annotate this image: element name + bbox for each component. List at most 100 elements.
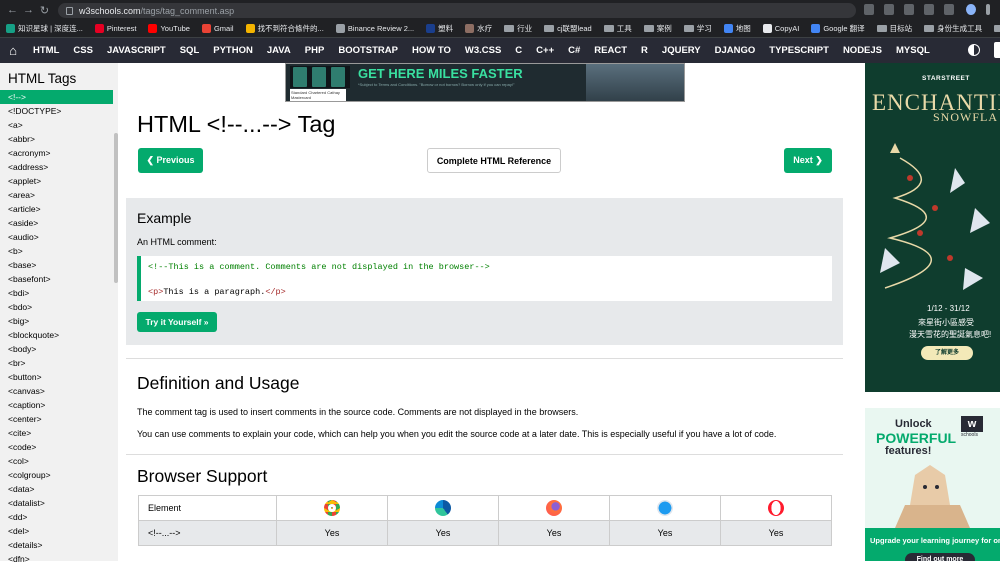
sidebar-item[interactable]: <col> [0, 454, 118, 468]
ad-date: 1/12 - 31/12 [927, 304, 970, 313]
right-ad-w3schools[interactable]: Unlock POWERFUL features! w schools Upgr… [865, 408, 1000, 561]
bookmark-item[interactable]: 知识星球 | 深度连... [6, 23, 83, 34]
theme-toggle-icon[interactable] [968, 44, 980, 56]
sidebar-item[interactable]: <br> [0, 356, 118, 370]
forward-icon[interactable]: → [22, 4, 35, 16]
nav-item[interactable]: NODEJS [836, 45, 889, 56]
sidebar-item[interactable]: <applet> [0, 174, 118, 188]
nav-item[interactable]: C# [561, 45, 587, 56]
extension-icon[interactable] [884, 4, 894, 15]
sidebar-item[interactable]: <!DOCTYPE> [0, 104, 118, 118]
sidebar-item[interactable]: <dfn> [0, 552, 118, 566]
bookmark-item[interactable]: docker [994, 24, 1000, 33]
w3schools-logo-sub: schools [961, 432, 978, 438]
address-bar[interactable]: w3schools.com/tags/tag_comment.asp [58, 3, 856, 18]
extension-icon[interactable] [864, 4, 874, 15]
bookmark-item[interactable]: 学习 [683, 23, 712, 34]
sidebar-item[interactable]: <!--> [0, 90, 118, 104]
reload-icon[interactable]: ↻ [38, 4, 51, 17]
sidebar-item[interactable]: <code> [0, 440, 118, 454]
sidebar-item[interactable]: <caption> [0, 398, 118, 412]
nav-item[interactable]: TYPESCRIPT [762, 45, 836, 56]
sidebar-item[interactable]: <acronym> [0, 146, 118, 160]
sidebar-item[interactable]: <data> [0, 482, 118, 496]
nav-item[interactable]: REACT [587, 45, 634, 56]
nav-item[interactable]: CSS [66, 45, 100, 56]
profile-avatar[interactable] [966, 4, 976, 15]
home-icon[interactable]: ⌂ [0, 43, 26, 58]
sidebar-item[interactable]: <cite> [0, 426, 118, 440]
back-icon[interactable]: ← [6, 4, 19, 16]
bookmark-item[interactable]: 目标站 [876, 23, 912, 34]
nav-item[interactable]: BOOTSTRAP [331, 45, 405, 56]
scrollbar-thumb[interactable] [114, 133, 118, 283]
bookmark-item[interactable]: 身份生成工具 [924, 23, 982, 34]
bookmark-item[interactable]: 地图 [723, 23, 751, 34]
bookmark-item[interactable]: Binance Review 2... [335, 24, 414, 33]
sidebar-item[interactable]: <del> [0, 524, 118, 538]
sidebar-item[interactable]: <details> [0, 538, 118, 552]
extension-icon[interactable] [904, 4, 914, 15]
sidebar-item[interactable]: <colgroup> [0, 468, 118, 482]
sidebar-item[interactable]: <area> [0, 188, 118, 202]
nav-item[interactable]: R [634, 45, 655, 56]
sidebar-item[interactable]: <dd> [0, 510, 118, 524]
next-button[interactable]: Next ❯ [784, 148, 832, 173]
sidebar-item[interactable]: <bdi> [0, 286, 118, 300]
nav-item[interactable]: JAVA [260, 45, 298, 56]
sidebar-item[interactable]: <center> [0, 412, 118, 426]
bookmark-item[interactable]: YouTube [148, 24, 190, 33]
sidebar-item[interactable]: <article> [0, 202, 118, 216]
sidebar-item[interactable]: <address> [0, 160, 118, 174]
ad-cta-button[interactable]: 了解更多 [921, 346, 973, 360]
extension-icon[interactable] [924, 4, 934, 15]
bookmark-item[interactable]: 工具 [603, 23, 632, 34]
sidebar-item[interactable]: <big> [0, 314, 118, 328]
sidebar-item[interactable]: <base> [0, 258, 118, 272]
nav-item[interactable]: PYTHON [206, 45, 260, 56]
top-banner-ad[interactable]: GET HERE MILES FASTER *Subject to Terms … [285, 63, 685, 102]
ad-cta-button[interactable]: Find out more [905, 553, 975, 561]
bookmark-item[interactable]: 塑料 [426, 23, 453, 34]
nav-item[interactable]: C [508, 45, 529, 56]
menu-icon[interactable] [986, 4, 990, 15]
nav-item[interactable]: DJANGO [708, 45, 763, 56]
nav-item[interactable]: HOW TO [405, 45, 458, 56]
sidebar-item[interactable]: <a> [0, 118, 118, 132]
sidebar-item[interactable]: <datalist> [0, 496, 118, 510]
sidebar-item[interactable]: <button> [0, 370, 118, 384]
bookmark-item[interactable]: CopyAI [762, 24, 799, 33]
bookmark-item[interactable]: Gmail [201, 24, 234, 33]
bookmark-item[interactable]: Pinterest [94, 24, 136, 33]
sidebar-item[interactable]: <basefont> [0, 272, 118, 286]
bookmark-item[interactable]: 找不到符合條件的... [245, 23, 324, 34]
sidebar-item[interactable]: <canvas> [0, 384, 118, 398]
nav-item[interactable]: C++ [529, 45, 561, 56]
sidebar-scrollbar[interactable] [113, 63, 118, 561]
sidebar-item[interactable]: <abbr> [0, 132, 118, 146]
nav-item[interactable]: PHP [298, 45, 332, 56]
extension-icon[interactable] [944, 4, 954, 15]
sidebar-item[interactable]: <blockquote> [0, 328, 118, 342]
nav-item[interactable]: HTML [26, 45, 66, 56]
previous-button[interactable]: ❮ Previous [138, 148, 203, 173]
bookmark-item[interactable]: cj联盟lead [544, 23, 592, 34]
search-icon[interactable] [994, 42, 1000, 58]
right-ad-starstreet[interactable]: STARSTREET ENCHANTIN SNOWFLA 1/12 - 31/1… [865, 63, 1000, 392]
nav-item[interactable]: JQUERY [655, 45, 708, 56]
sidebar-item[interactable]: <aside> [0, 216, 118, 230]
sidebar-item[interactable]: <bdo> [0, 300, 118, 314]
nav-item[interactable]: MYSQL [889, 45, 937, 56]
bookmark-item[interactable]: Google 翻译 [811, 23, 865, 34]
nav-item[interactable]: JAVASCRIPT [100, 45, 173, 56]
sidebar-item[interactable]: <b> [0, 244, 118, 258]
bookmark-item[interactable]: 案例 [643, 23, 672, 34]
bookmark-item[interactable]: 行业 [504, 23, 532, 34]
nav-item[interactable]: W3.CSS [458, 45, 508, 56]
reference-button[interactable]: Complete HTML Reference [427, 148, 561, 173]
try-it-button[interactable]: Try it Yourself » [137, 312, 217, 332]
sidebar-item[interactable]: <body> [0, 342, 118, 356]
nav-item[interactable]: SQL [173, 45, 207, 56]
bookmark-item[interactable]: 水疗 [465, 23, 492, 34]
sidebar-item[interactable]: <audio> [0, 230, 118, 244]
